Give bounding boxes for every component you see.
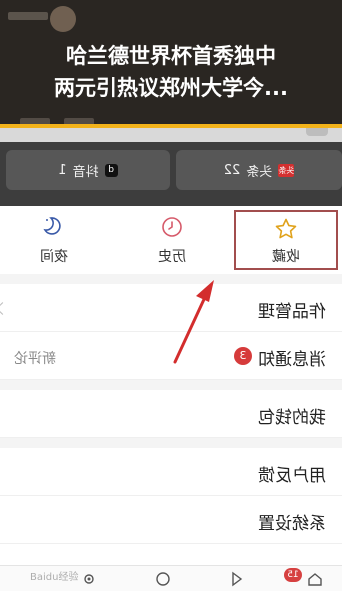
back-nav-button[interactable] xyxy=(228,570,246,588)
home-nav-button[interactable]: 15 xyxy=(284,568,324,588)
mirrored-screenshot: 头条 头条 22 d 抖音 1 收藏 历史 夜间 作品管理 消息通知 3 新评论… xyxy=(0,128,342,591)
toutiao-count: 22 xyxy=(223,162,241,178)
home-icon xyxy=(308,573,322,586)
recent-nav-button[interactable] xyxy=(80,570,98,588)
menu-item-label: 我的钱包 xyxy=(258,408,326,428)
headline-line-2: 两元引热议郑州大学今... xyxy=(54,76,288,100)
gear-icon xyxy=(84,574,94,584)
menu-item-wallet[interactable]: 我的钱包 xyxy=(0,390,342,438)
avatar xyxy=(50,6,76,32)
star-icon xyxy=(273,216,299,242)
menu-item-settings[interactable]: 系统设置 xyxy=(0,496,342,544)
douyin-account-pill[interactable]: d 抖音 1 xyxy=(6,150,170,190)
divider xyxy=(0,438,342,448)
toutiao-account-pill[interactable]: 头条 头条 22 xyxy=(176,150,342,190)
favorites-label: 收藏 xyxy=(272,249,300,265)
night-mode-label: 夜间 xyxy=(40,249,68,265)
history-button[interactable]: 历史 xyxy=(118,206,226,274)
divider xyxy=(0,380,342,390)
menu-item-label: 用户反馈 xyxy=(258,466,326,486)
settings-tab[interactable] xyxy=(306,128,328,136)
divider xyxy=(0,274,342,284)
menu-item-works[interactable]: 作品管理 xyxy=(0,284,342,332)
profile-header: 头条 头条 22 d 抖音 1 xyxy=(0,128,342,206)
watermark-logo: Baidu经验 xyxy=(30,572,79,583)
toutiao-label: 头条 xyxy=(246,164,273,180)
menu-item-label: 消息通知 xyxy=(258,350,326,370)
moon-icon xyxy=(41,214,67,240)
menu-item-label: 作品管理 xyxy=(258,302,326,322)
notification-count-badge: 3 xyxy=(234,347,252,365)
history-label: 历史 xyxy=(158,249,186,265)
back-triangle-icon xyxy=(232,571,243,587)
headline-banner: 哈兰德世界杯首秀独中 两元引热议郑州大学今... xyxy=(0,0,342,128)
douyin-icon: d xyxy=(104,163,118,177)
headline-text: 哈兰德世界杯首秀独中 两元引热议郑州大学今... xyxy=(0,40,342,104)
menu-item-feedback[interactable]: 用户反馈 xyxy=(0,448,342,496)
unread-badge: 15 xyxy=(284,568,302,582)
headline-line-1: 哈兰德世界杯首秀独中 xyxy=(66,44,276,68)
douyin-count: 1 xyxy=(58,162,67,178)
menu-item-notifications[interactable]: 消息通知 3 新评论 xyxy=(0,332,342,380)
circle-icon xyxy=(156,572,170,586)
douyin-label: 抖音 xyxy=(72,164,99,180)
chevron-right-icon xyxy=(0,302,9,315)
status-strip xyxy=(0,128,342,142)
toutiao-icon: 头条 xyxy=(278,163,295,177)
favorites-button[interactable]: 收藏 xyxy=(234,210,338,270)
history-icon xyxy=(159,214,185,240)
home-circle-nav-button[interactable] xyxy=(154,570,172,588)
new-comment-hint: 新评论 xyxy=(14,351,56,367)
menu-item-label: 系统设置 xyxy=(258,514,326,534)
night-mode-button[interactable]: 夜间 xyxy=(0,206,108,274)
quick-actions: 收藏 历史 夜间 xyxy=(0,206,342,274)
